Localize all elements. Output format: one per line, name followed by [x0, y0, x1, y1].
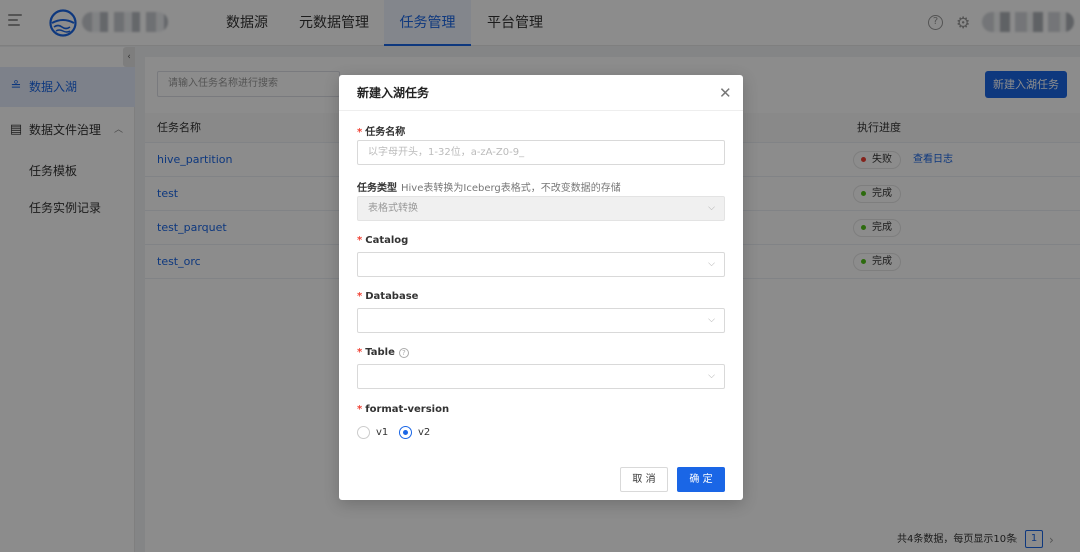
dialog-header: 新建入湖任务 ✕	[339, 75, 743, 111]
required-mark: *	[357, 404, 363, 415]
task-type-select: 表格式转换 ⌵	[357, 196, 725, 221]
cancel-button[interactable]: 取 消	[620, 467, 668, 492]
database-label: * Database	[357, 291, 419, 302]
task-type-label: 任务类型 Hive表转换为Iceberg表格式，不改变数据的存储	[357, 183, 621, 194]
create-task-dialog: 新建入湖任务 ✕ * 任务名称 以字母开头，1-32位，a-zA-Z0-9_ 任务…	[339, 75, 743, 500]
dialog-title: 新建入湖任务	[357, 86, 430, 100]
catalog-select[interactable]: ⌵	[357, 252, 725, 277]
chevron-down-icon: ⌵	[708, 259, 715, 269]
confirm-button[interactable]: 确 定	[677, 467, 725, 492]
required-mark: *	[357, 347, 363, 358]
required-mark: *	[357, 291, 363, 302]
radio-circle[interactable]	[399, 426, 412, 439]
task-name-input[interactable]: 以字母开头，1-32位，a-zA-Z0-9_	[357, 140, 725, 165]
task-name-label: * 任务名称	[357, 127, 406, 138]
task-type-hint: Hive表转换为Iceberg表格式，不改变数据的存储	[401, 183, 621, 194]
table-select[interactable]: ⌵	[357, 364, 725, 389]
close-icon[interactable]: ✕	[719, 83, 732, 103]
required-mark: *	[357, 235, 363, 246]
chevron-down-icon: ⌵	[708, 371, 715, 381]
format-version-label: * format-version	[357, 404, 450, 415]
help-icon[interactable]: ?	[398, 348, 409, 358]
chevron-down-icon: ⌵	[708, 315, 715, 325]
required-mark: *	[357, 127, 363, 138]
catalog-label: * Catalog	[357, 235, 409, 246]
database-select[interactable]: ⌵	[357, 308, 725, 333]
chevron-down-icon: ⌵	[708, 203, 715, 213]
radio-circle[interactable]	[357, 426, 370, 439]
table-label: * Table?	[357, 347, 409, 358]
